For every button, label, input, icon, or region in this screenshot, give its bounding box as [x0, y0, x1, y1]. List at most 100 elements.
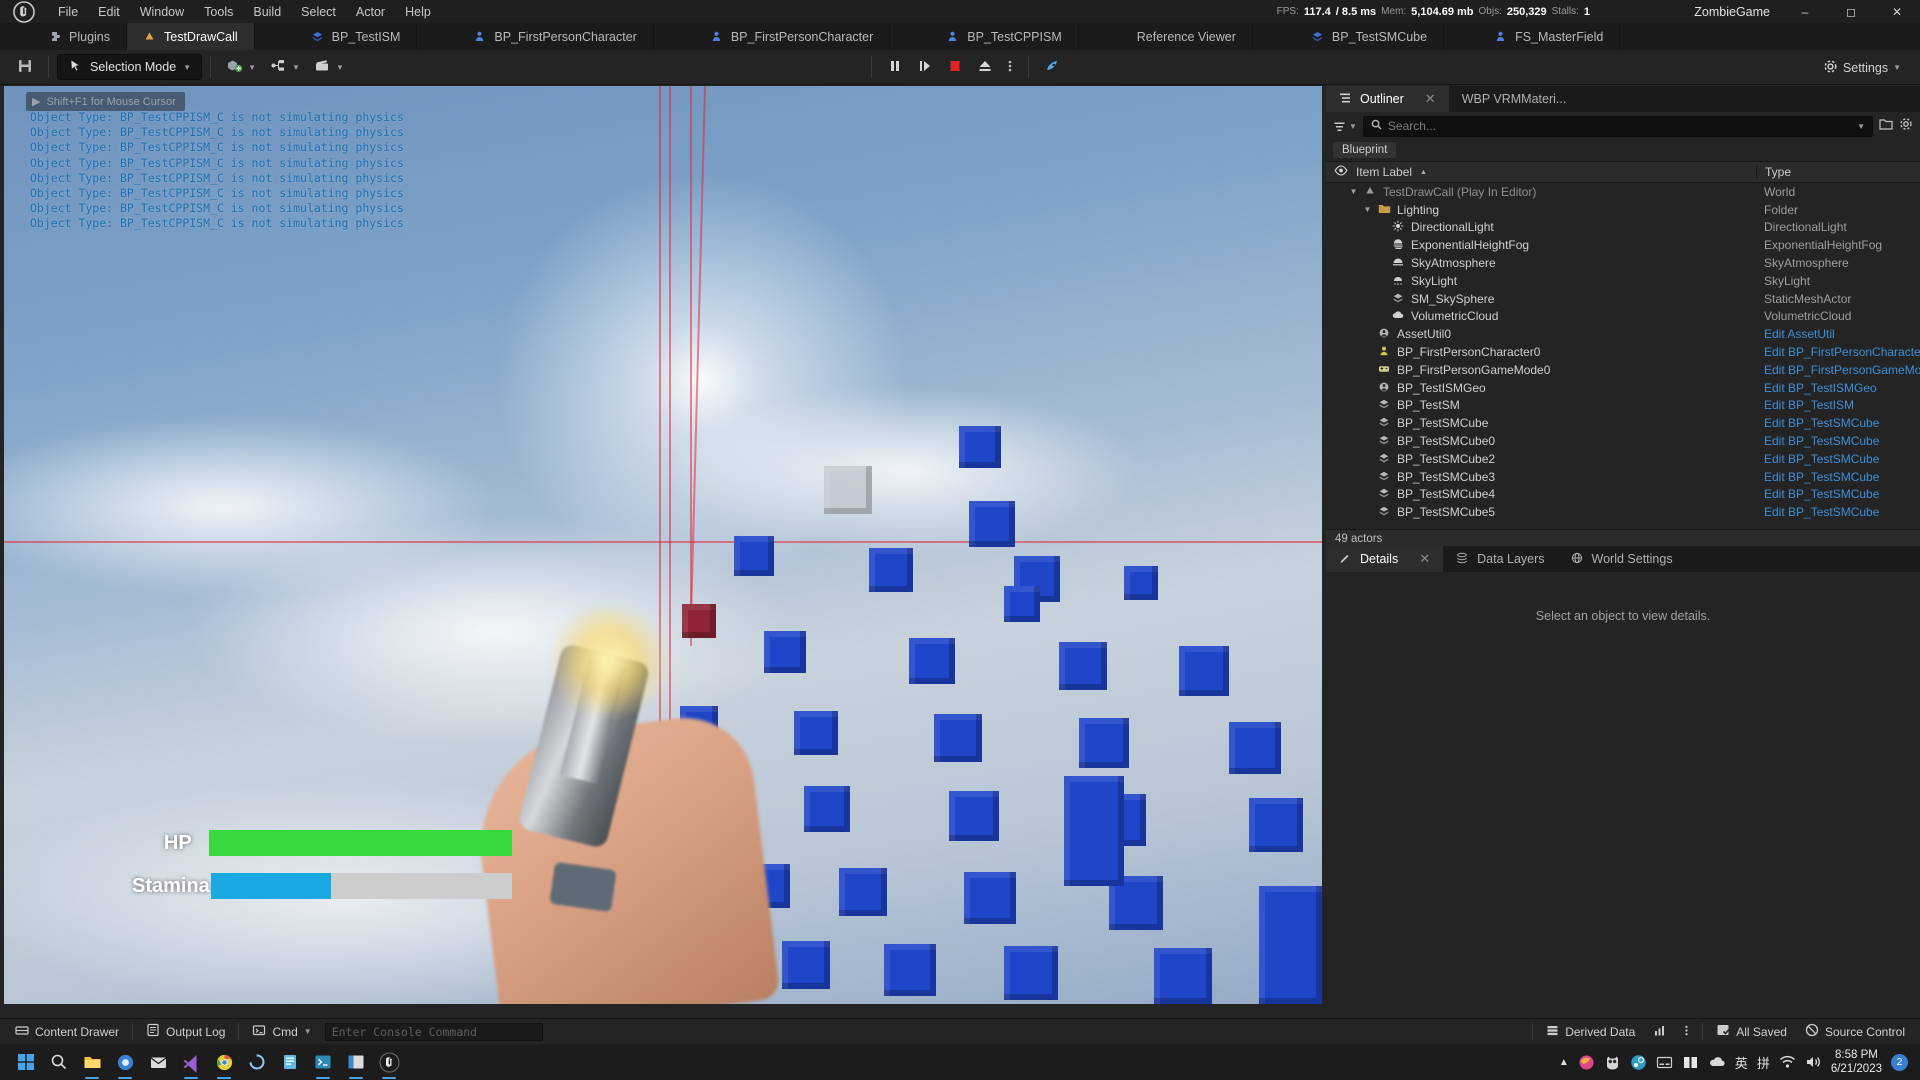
level-viewport[interactable]: ▶ Shift+F1 for Mouse Cursor Object Type:… — [4, 86, 1322, 1004]
disclosure-triangle-icon[interactable]: ▼ — [1362, 205, 1373, 214]
start-button[interactable] — [12, 1048, 40, 1076]
menu-actor[interactable]: Actor — [346, 0, 395, 23]
ime-language-indicator[interactable]: 英 — [1735, 1053, 1748, 1072]
tab-bp-firstpersoncharacter-1[interactable]: BP_FirstPersonCharacter — [417, 23, 654, 50]
menu-window[interactable]: Window — [130, 0, 194, 23]
owl-icon[interactable] — [1604, 1054, 1621, 1071]
stats-button[interactable] — [1644, 1022, 1675, 1042]
settings-button[interactable]: Settings ▼ — [1816, 55, 1908, 80]
save-button[interactable] — [10, 54, 40, 80]
tab-fs-masterfield[interactable]: FS_MasterField — [1444, 23, 1621, 50]
outliner-row[interactable]: ▼ Lighting Folder — [1326, 201, 1920, 219]
steam-icon[interactable] — [1630, 1054, 1647, 1071]
selection-mode-dropdown[interactable]: Selection Mode ▼ — [57, 54, 203, 80]
tab-wbp-vrmmaterial[interactable]: WBP VRMMateri... — [1449, 86, 1580, 112]
outliner-row[interactable]: BP_TestSMCube3 Edit BP_TestSMCube — [1326, 468, 1920, 486]
menu-file[interactable]: File — [48, 0, 88, 23]
tab-bp-firstpersoncharacter-2[interactable]: BP_FirstPersonCharacter — [654, 23, 891, 50]
chrome[interactable] — [210, 1048, 238, 1076]
outliner-tree[interactable]: ▼ TestDrawCall (Play In Editor) World ▼ Ligh… — [1326, 183, 1920, 529]
menu-select[interactable]: Select — [291, 0, 346, 23]
pause-button[interactable] — [880, 54, 910, 80]
firefox-icon[interactable] — [1578, 1054, 1595, 1071]
all-saved-button[interactable]: All Saved — [1707, 1022, 1796, 1042]
outliner-row[interactable]: BP_FirstPersonGameMode0 Edit BP_FirstPers… — [1326, 361, 1920, 379]
outliner-row[interactable]: SM_SkySphere StaticMeshActor — [1326, 290, 1920, 308]
outliner-row-edit-link[interactable]: Edit BP_FirstPersonGameMo — [1756, 363, 1920, 377]
outliner-row[interactable]: BP_TestSMCube4 Edit BP_TestSMCube — [1326, 486, 1920, 504]
chevron-up-icon[interactable]: ▲ — [1559, 1057, 1569, 1068]
close-icon[interactable]: ✕ — [1419, 551, 1430, 567]
menu-edit[interactable]: Edit — [88, 0, 130, 23]
outliner-row[interactable]: BP_TestISMGeo Edit BP_TestISMGeo — [1326, 379, 1920, 397]
tab-data-layers[interactable]: Data Layers — [1443, 546, 1557, 572]
visual-studio-code[interactable] — [177, 1048, 205, 1076]
menu-tools[interactable]: Tools — [194, 0, 243, 23]
disclosure-triangle-icon[interactable]: ▼ — [1348, 187, 1359, 196]
source-control-button[interactable]: Source Control — [1796, 1022, 1914, 1042]
tab-plugins[interactable]: Plugins — [0, 23, 127, 50]
menu-build[interactable]: Build — [243, 0, 291, 23]
search-input[interactable]: Search... ▼ — [1362, 115, 1873, 137]
notification-badge[interactable]: 2 — [1891, 1053, 1908, 1071]
close-icon[interactable]: ✕ — [1425, 91, 1436, 107]
window-app[interactable] — [342, 1048, 370, 1076]
outliner-row-edit-link[interactable]: Edit BP_TestSMCube — [1756, 416, 1920, 430]
menu-help[interactable]: Help — [395, 0, 441, 23]
ime-pinyin-indicator[interactable]: 拼 — [1757, 1053, 1770, 1072]
mail[interactable] — [144, 1048, 172, 1076]
chevron-down-icon[interactable]: ▼ — [1857, 122, 1865, 131]
outliner-row[interactable]: VolumetricCloud VolumetricCloud — [1326, 308, 1920, 326]
outliner-row[interactable]: ▼ TestDrawCall (Play In Editor) World — [1326, 183, 1920, 201]
tab-reference-viewer[interactable]: Reference Viewer — [1079, 23, 1253, 50]
outliner-row-edit-link[interactable]: Edit BP_TestISM — [1756, 398, 1920, 412]
outliner-row[interactable]: BP_TestSMCube Edit BP_TestSMCube — [1326, 414, 1920, 432]
more-vertical-button[interactable] — [1675, 1022, 1698, 1042]
outliner-row[interactable]: BP_TestSMCube5 Edit BP_TestSMCube — [1326, 503, 1920, 521]
maximize-icon[interactable]: ◻ — [1828, 0, 1874, 23]
outliner-row-edit-link[interactable]: Edit BP_FirstPersonCharacte — [1756, 345, 1920, 359]
windows-icon[interactable] — [1682, 1054, 1699, 1071]
outliner-row[interactable]: BP_FirstPersonCharacter0 Edit BP_FirstPer… — [1326, 343, 1920, 361]
tab-details[interactable]: Details ✕ — [1326, 546, 1444, 572]
outliner-row-edit-link[interactable]: Edit BP_TestSMCube — [1756, 452, 1920, 466]
tab-bp-testsmcube[interactable]: BP_TestSMCube — [1253, 23, 1445, 50]
outliner-row-edit-link[interactable]: Edit AssetUtil — [1756, 327, 1920, 341]
more-options-button[interactable] — [1000, 54, 1020, 80]
eject-button[interactable] — [970, 54, 1000, 80]
close-icon[interactable]: ✕ — [1874, 0, 1920, 23]
cmd-dropdown[interactable]: Cmd ▼ — [243, 1022, 320, 1042]
loading-app[interactable] — [243, 1048, 271, 1076]
column-type-label[interactable]: Type — [1756, 165, 1920, 179]
blueprints-button[interactable]: ▼ — [263, 54, 307, 80]
filter-icon[interactable]: ▼ — [1333, 120, 1357, 133]
save-folder-icon[interactable] — [1879, 117, 1893, 136]
terminal[interactable] — [309, 1048, 337, 1076]
outliner-row-edit-link[interactable]: Edit BP_TestISMGeo — [1756, 381, 1920, 395]
unreal-editor[interactable] — [375, 1048, 403, 1076]
subtitle-icon[interactable] — [1656, 1054, 1673, 1071]
outliner-row[interactable]: SkyAtmosphere SkyAtmosphere — [1326, 254, 1920, 272]
tab-testdrawcall[interactable]: TestDrawCall — [127, 23, 255, 50]
taskbar-search[interactable] — [45, 1048, 73, 1076]
eye-icon[interactable] — [1334, 165, 1348, 179]
minimize-icon[interactable]: – — [1782, 0, 1828, 23]
taskbar-clock[interactable]: 8:58 PM 6/21/2023 — [1831, 1048, 1882, 1076]
platforms-button[interactable] — [1037, 54, 1069, 80]
outliner-row[interactable]: DirectionalLight DirectionalLight — [1326, 219, 1920, 237]
outliner-row[interactable]: AssetUtil0 Edit AssetUtil — [1326, 325, 1920, 343]
console-command-input[interactable]: Enter Console Command — [324, 1022, 543, 1041]
gear-icon[interactable] — [1899, 117, 1913, 136]
outliner-row[interactable]: ExponentialHeightFog ExponentialHeightFog — [1326, 236, 1920, 254]
wifi-icon[interactable] — [1779, 1055, 1796, 1069]
outliner-row[interactable]: BP_TestSM Edit BP_TestISM — [1326, 397, 1920, 415]
speaker-icon[interactable] — [1805, 1055, 1822, 1069]
browser[interactable] — [111, 1048, 139, 1076]
tab-world-settings[interactable]: World Settings — [1558, 546, 1686, 572]
outliner-row[interactable]: SkyLight SkyLight — [1326, 272, 1920, 290]
notes-app[interactable] — [276, 1048, 304, 1076]
tab-bp-testcppism[interactable]: BP_TestCPPISM — [890, 23, 1079, 50]
outliner-row[interactable]: BP_TestSMCube0 Edit BP_TestSMCube — [1326, 432, 1920, 450]
outliner-row-edit-link[interactable]: Edit BP_TestSMCube — [1756, 434, 1920, 448]
column-item-label[interactable]: Item Label ▲ — [1326, 165, 1756, 179]
